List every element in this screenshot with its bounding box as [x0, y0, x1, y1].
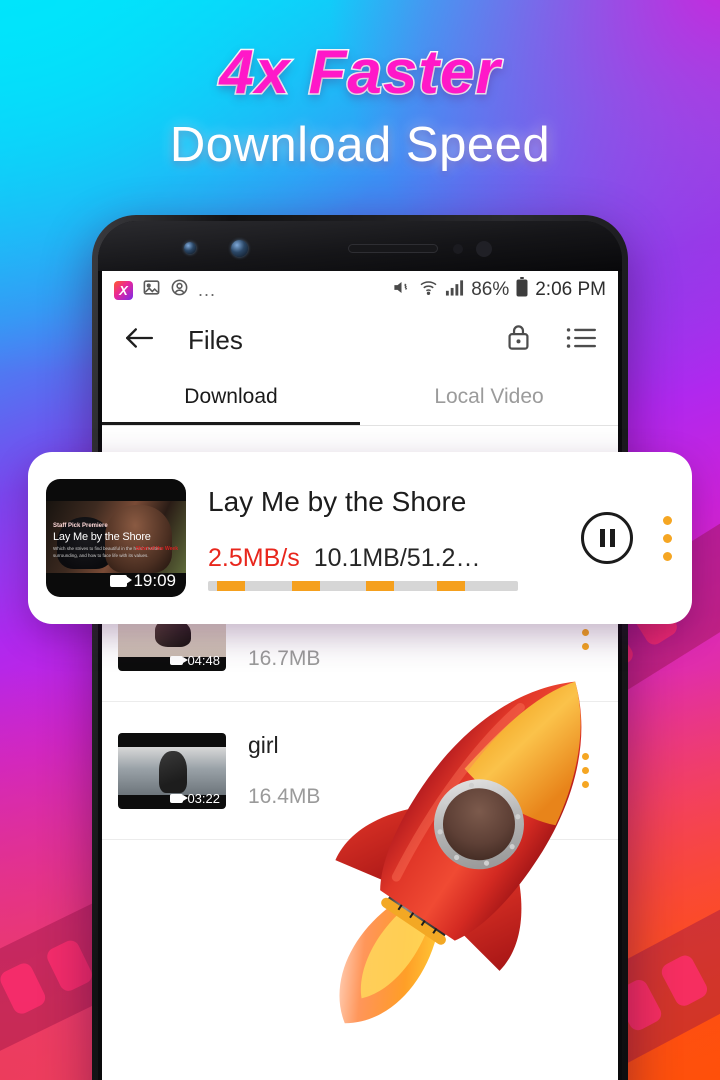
- wifi-icon: [419, 278, 438, 303]
- duration-label: 03:22: [187, 790, 220, 806]
- kebab-dot: [581, 781, 589, 788]
- video-thumbnail: Staff Pick Premiere Lay Me by the Shore …: [46, 479, 186, 597]
- status-overflow-label: ...: [198, 279, 217, 300]
- front-camera-icon: [231, 240, 248, 257]
- video-camera-icon: [170, 655, 189, 665]
- download-progress-bar: [208, 580, 518, 591]
- filmstrip-hole: [44, 937, 95, 994]
- phone-top-bezel: [98, 221, 622, 271]
- app-notification-icon: X: [114, 280, 133, 300]
- file-size: 16.7MB: [248, 647, 321, 670]
- more-vertical-icon[interactable]: [663, 515, 672, 561]
- filmstrip-hole: [0, 983, 2, 1040]
- promo-headline-block: 4x Faster Download Speed: [0, 38, 720, 173]
- kebab-dot: [581, 767, 589, 774]
- progress-segment: [437, 580, 466, 591]
- account-icon: [170, 278, 189, 303]
- video-camera-icon: [110, 575, 133, 587]
- progress-segment: [217, 580, 246, 591]
- kebab-dot: [663, 515, 672, 525]
- phone-screen: X ... 86% 2:06 PM Files Download Local V…: [102, 271, 618, 1080]
- thumbnail-still: [118, 746, 226, 795]
- toolbar-actions: [505, 323, 596, 357]
- filmstrip-hole: [658, 952, 711, 1009]
- earpiece-speaker: [348, 244, 438, 253]
- active-download-card[interactable]: Staff Pick Premiere Lay Me by the Shore …: [28, 452, 692, 624]
- page-title: Files: [188, 324, 243, 355]
- app-toolbar: Files: [102, 309, 618, 371]
- back-arrow-icon[interactable]: [124, 325, 154, 356]
- file-size: 16.4MB: [248, 785, 321, 808]
- phone-mockup: X ... 86% 2:06 PM Files Download Local V…: [92, 215, 628, 1080]
- thumbnail-overlay: Staff Pick Premiere Lay Me by the Shore …: [53, 523, 179, 560]
- pause-circle-icon[interactable]: [581, 512, 633, 564]
- download-title: Lay Me by the Shore: [208, 485, 467, 517]
- image-icon: [142, 278, 161, 303]
- phone-body: X ... 86% 2:06 PM Files Download Local V…: [98, 221, 622, 1080]
- tab-local-video[interactable]: Local Video: [360, 371, 618, 425]
- pause-bar: [599, 529, 605, 547]
- download-info: Lay Me by the Shore 2.5MB/s 10.1MB/51.2…: [208, 486, 581, 591]
- status-bar-notifications: X ...: [114, 278, 216, 303]
- file-meta: girl 16.4MB: [248, 732, 572, 809]
- clock-label: 2:06 PM: [535, 279, 606, 300]
- tab-active-indicator: [102, 422, 360, 425]
- battery-icon: [516, 277, 528, 303]
- more-vertical-icon[interactable]: [572, 753, 598, 788]
- kebab-dot: [663, 533, 672, 543]
- list-icon[interactable]: [566, 325, 596, 356]
- lock-icon[interactable]: [505, 323, 532, 357]
- thumbnail-kicker: Staff Pick Premiere: [53, 523, 108, 529]
- table-row[interactable]: 03:22 girl 16.4MB: [102, 702, 618, 840]
- video-duration: 19:09: [110, 571, 176, 591]
- status-bar-system: 86% 2:06 PM: [391, 277, 606, 303]
- kebab-dot: [663, 551, 672, 561]
- filmstrip-hole: [0, 960, 49, 1017]
- progress-segment: [291, 580, 320, 591]
- duration-label: 04:48: [187, 652, 220, 668]
- cellular-signal-icon: [445, 278, 464, 302]
- light-sensor-icon: [476, 241, 492, 257]
- video-duration: 03:22: [170, 791, 220, 806]
- volume-mute-icon: [391, 278, 412, 303]
- progress-segment: [366, 580, 394, 591]
- tab-download[interactable]: Download: [102, 371, 360, 425]
- thumbnail-logo: Short of the Week: [135, 546, 178, 552]
- pause-bar: [609, 529, 615, 547]
- video-duration: 04:48: [170, 653, 220, 668]
- video-camera-icon: [170, 793, 189, 803]
- duration-label: 19:09: [133, 571, 176, 590]
- kebab-dot: [581, 753, 589, 760]
- download-speed: 2.5MB/s: [208, 543, 300, 572]
- tab-bar: Download Local Video: [102, 371, 618, 426]
- promo-headline: 4x Faster: [218, 38, 501, 107]
- download-stats: 2.5MB/s 10.1MB/51.2…: [208, 544, 581, 573]
- kebab-dot: [581, 643, 589, 650]
- thumbnail-title: Lay Me by the Shore: [53, 531, 151, 543]
- promo-subheadline: Download Speed: [169, 118, 551, 173]
- file-title: girl: [248, 732, 279, 758]
- video-thumbnail: 03:22: [118, 732, 226, 809]
- proximity-sensor-icon: [453, 244, 463, 254]
- status-bar: X ... 86% 2:06 PM: [102, 271, 618, 309]
- download-size: 10.1MB/51.2…: [313, 543, 481, 572]
- front-camera-icon: [184, 242, 196, 254]
- battery-percent-label: 86%: [471, 279, 510, 300]
- kebab-dot: [581, 629, 589, 636]
